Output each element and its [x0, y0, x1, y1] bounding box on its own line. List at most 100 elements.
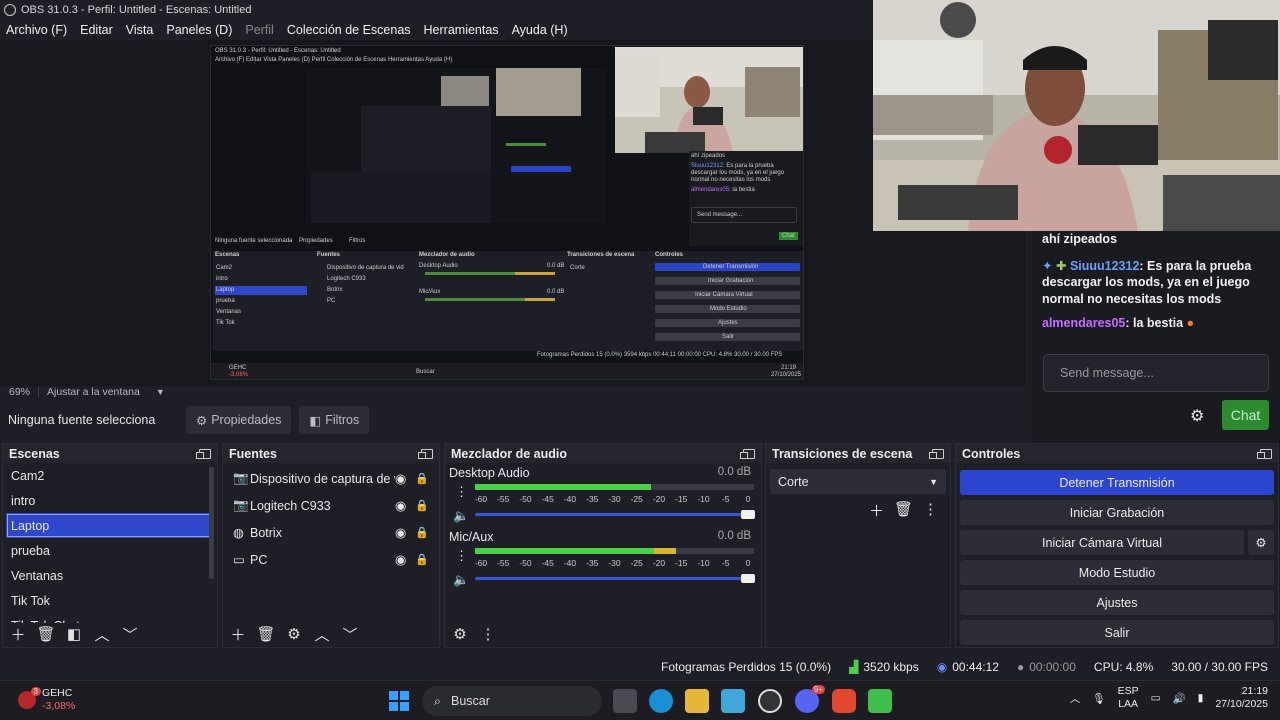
add-icon[interactable]: ＋ — [7, 624, 29, 644]
trash-icon[interactable]: 🗑 — [35, 624, 57, 644]
chevron-up-icon[interactable]: ︿ — [311, 624, 333, 644]
transition-select[interactable]: Corte ▼ — [770, 469, 946, 494]
scale-tick: -30 — [608, 558, 621, 568]
kebab-icon[interactable]: ⋮ — [477, 624, 499, 644]
menu-vista[interactable]: Vista — [126, 23, 154, 37]
gear-icon[interactable]: ⚙ — [283, 624, 305, 644]
lock-icon[interactable]: 🔒 — [415, 472, 429, 485]
microphone-icon[interactable]: 🎙 — [1092, 692, 1105, 705]
chevron-up-icon[interactable]: ︿ — [1070, 691, 1081, 706]
chevron-down-icon[interactable]: ﹀ — [119, 624, 141, 644]
transition-value: Corte — [778, 474, 809, 489]
source-item[interactable]: ◍ Botrix ◉ 🔒 — [223, 519, 439, 546]
eye-icon[interactable]: ◉ — [395, 525, 406, 541]
menu-archivo[interactable]: Archivo (F) — [6, 23, 67, 37]
slider-handle[interactable] — [741, 510, 755, 519]
obs-taskbar-icon[interactable] — [758, 689, 782, 713]
popout-icon[interactable] — [1257, 448, 1272, 459]
zoom-fit-select[interactable]: Ajustar a la ventana — [47, 386, 140, 398]
popout-icon[interactable] — [929, 448, 944, 459]
properties-button[interactable]: ⚙ Propiedades — [186, 406, 292, 434]
notepad-icon[interactable] — [721, 689, 745, 713]
record-time: ● 00:00:00 — [1017, 660, 1076, 674]
minecraft-icon[interactable] — [868, 689, 892, 713]
lock-icon[interactable]: 🔒 — [415, 526, 429, 539]
settings-button[interactable]: Ajustes — [960, 590, 1274, 615]
edge-icon[interactable] — [649, 689, 673, 713]
kebab-icon[interactable]: ⋮ — [923, 500, 938, 521]
language-indicator[interactable]: ESP LAA — [1118, 685, 1139, 711]
clock[interactable]: 21:19 27/10/2025 — [1215, 685, 1268, 711]
scene-item-laptop[interactable]: Laptop — [6, 513, 214, 538]
preview-canvas[interactable]: OBS 31.0.3 - Perfil: Untitled - Escenas:… — [0, 40, 1025, 386]
taskbar-search[interactable]: ⌕ Buscar — [422, 686, 602, 716]
chevron-down-icon[interactable]: ▼ — [156, 387, 165, 397]
virtual-cam-settings-button[interactable]: ⚙ — [1248, 530, 1274, 555]
chevron-down-icon[interactable]: ﹀ — [339, 624, 361, 644]
add-icon[interactable]: ＋ — [869, 500, 884, 521]
scene-item-ventanas[interactable]: Ventanas — [3, 563, 217, 588]
trash-icon[interactable]: 🗑 — [255, 624, 277, 644]
file-explorer-icon[interactable] — [685, 689, 709, 713]
volume-icon[interactable]: 🔊 — [1173, 692, 1186, 705]
speaker-icon[interactable]: 🔈 — [453, 508, 469, 524]
source-item[interactable]: ▭ PC ◉ 🔒 — [223, 546, 439, 573]
network-icon[interactable]: ▭ — [1151, 692, 1161, 704]
chat-input[interactable]: Send message... — [1043, 354, 1269, 392]
trash-icon[interactable]: 🗑 — [894, 500, 913, 521]
filters-button[interactable]: ◧ Filtros — [299, 406, 370, 434]
volume-slider[interactable] — [475, 574, 755, 583]
source-item[interactable]: 📷 Logitech C933 ◉ 🔒 — [223, 492, 439, 519]
discord-icon[interactable]: 9+ — [795, 685, 825, 713]
volume-slider[interactable] — [475, 510, 755, 519]
speaker-icon[interactable]: 🔈 — [453, 572, 469, 588]
meter-scale: -60 -55 -50 -45 -40 -35 -30 -25 -20 -15 -10 -5 0 — [475, 558, 755, 568]
scrollbar[interactable] — [209, 467, 214, 579]
filter-icon[interactable]: ◧ — [63, 624, 85, 644]
scene-item-tiktok-chat[interactable]: Tik Tok Chat — [3, 613, 217, 624]
menu-ayuda[interactable]: Ayuda (H) — [512, 23, 568, 37]
popout-icon[interactable] — [418, 448, 433, 459]
dock-header: Escenas — [3, 444, 217, 463]
kebab-icon[interactable]: ⋮ — [455, 548, 468, 564]
chat-username[interactable]: almendares05 — [1042, 316, 1125, 330]
eye-icon[interactable]: ◉ — [395, 552, 406, 568]
menu-herramientas[interactable]: Herramientas — [424, 23, 499, 37]
eye-icon[interactable]: ◉ — [395, 498, 406, 514]
scale-tick: -25 — [630, 558, 643, 568]
menu-perfil[interactable]: Perfil — [245, 23, 273, 37]
popout-icon[interactable] — [196, 448, 211, 459]
kebab-icon[interactable]: ⋮ — [455, 484, 468, 500]
eye-icon[interactable]: ◉ — [395, 471, 406, 487]
add-icon[interactable]: ＋ — [227, 624, 249, 644]
chevron-up-icon[interactable]: ︿ — [91, 624, 113, 644]
chat-send-button[interactable]: Chat — [1222, 400, 1269, 430]
lock-icon[interactable]: 🔒 — [415, 553, 429, 566]
lock-icon[interactable]: 🔒 — [415, 499, 429, 512]
chat-settings-button[interactable]: ⚙ — [1190, 406, 1206, 425]
monitor-icon: ▭ — [233, 553, 245, 567]
menu-editar[interactable]: Editar — [80, 23, 113, 37]
scene-item-tiktok[interactable]: Tik Tok — [3, 588, 217, 613]
battery-icon[interactable]: ▮ — [1198, 692, 1204, 704]
task-view-icon[interactable] — [613, 689, 637, 713]
scene-item-prueba[interactable]: prueba — [3, 538, 217, 563]
stock-widget[interactable]: 3 GEHC -3,08% — [18, 687, 75, 713]
gear-icon[interactable]: ⚙ — [449, 624, 471, 644]
popout-icon[interactable] — [740, 448, 755, 459]
exit-button[interactable]: Salir — [960, 620, 1274, 645]
menu-coleccion[interactable]: Colección de Escenas — [287, 23, 411, 37]
start-recording-button[interactable]: Iniciar Grabación — [960, 500, 1274, 525]
start-button[interactable] — [389, 691, 409, 711]
menu-paneles[interactable]: Paneles (D) — [166, 23, 232, 37]
stop-stream-button[interactable]: Detener Transmisión — [960, 470, 1274, 495]
brave-icon[interactable] — [832, 689, 856, 713]
chat-username[interactable]: Siuuu12312 — [1070, 259, 1139, 273]
start-virtual-cam-button[interactable]: Iniciar Cámara Virtual — [960, 530, 1244, 555]
scene-item-cam2[interactable]: Cam2 — [3, 463, 217, 488]
scene-item-intro[interactable]: intro — [3, 488, 217, 513]
slider-handle[interactable] — [741, 574, 755, 583]
source-item[interactable]: 📷 Dispositivo de captura de vid ◉ 🔒 — [223, 465, 439, 492]
studio-mode-button[interactable]: Modo Estudio — [960, 560, 1274, 585]
mini-taskbar: GEHC -3,08% Buscar 21:19 27/10/2025 — [211, 363, 803, 379]
